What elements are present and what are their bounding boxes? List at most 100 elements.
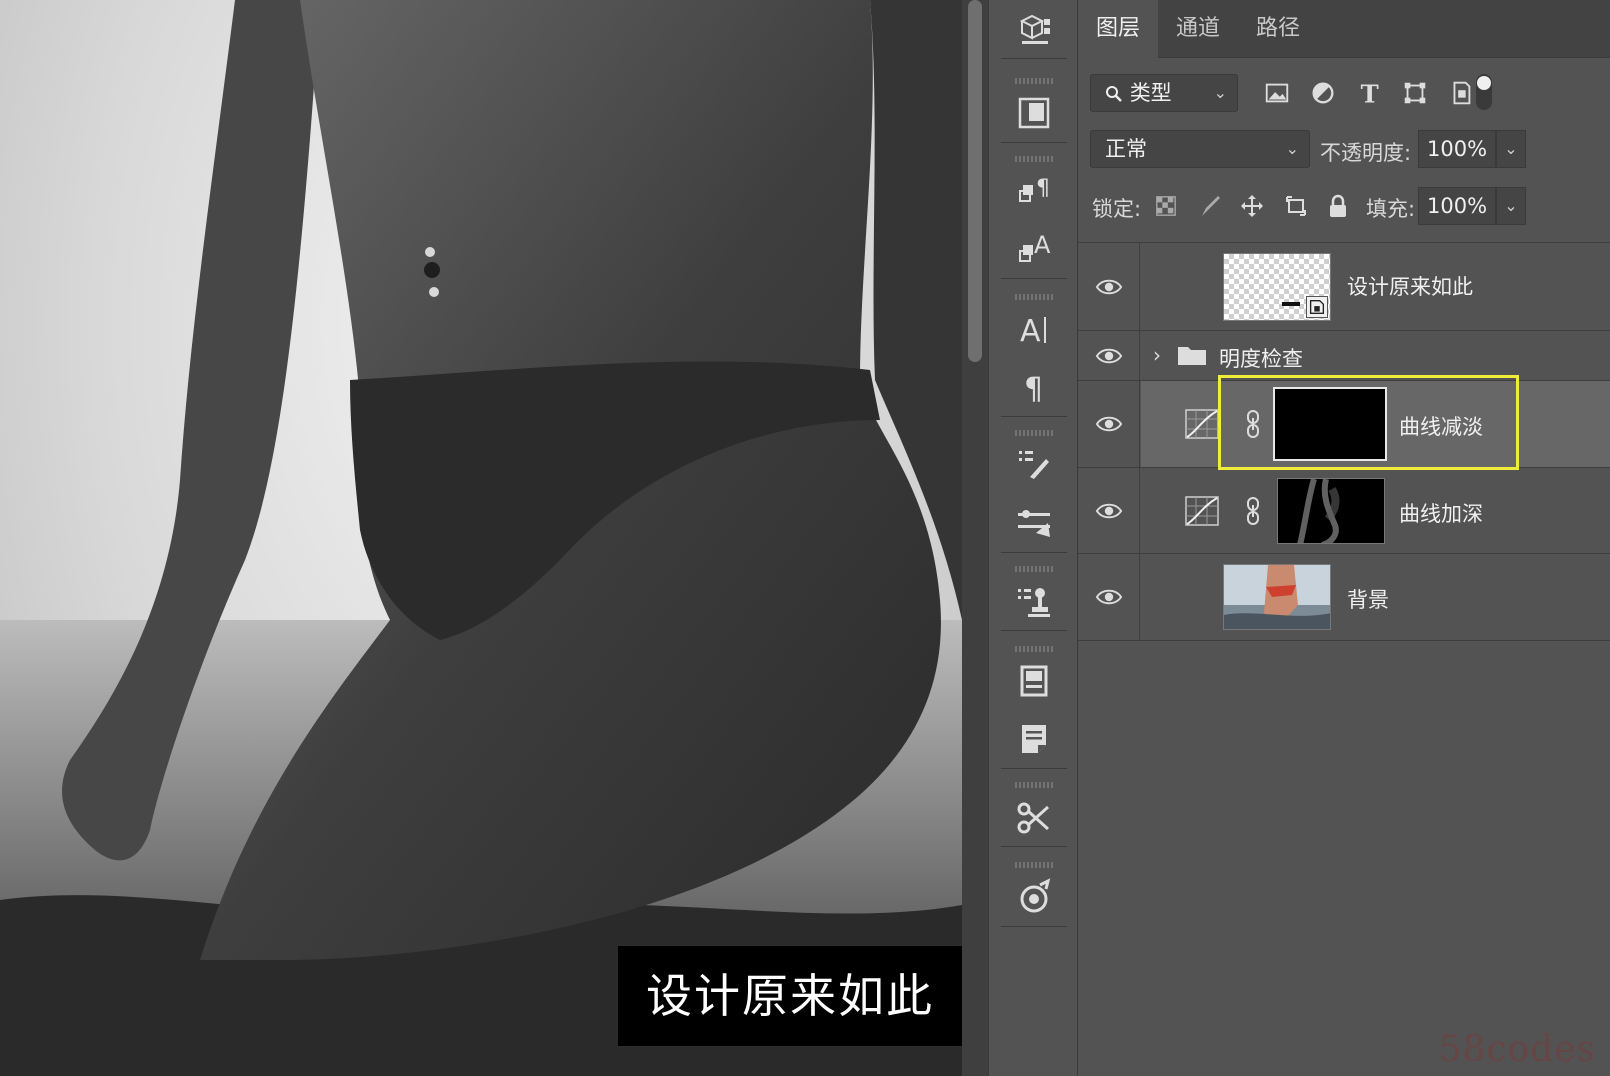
chevron-down-icon: ⌄ — [1285, 139, 1299, 158]
chevron-down-icon: ⌄ — [1213, 83, 1227, 102]
visibility-toggle[interactable] — [1078, 381, 1140, 467]
visibility-toggle[interactable] — [1078, 554, 1140, 640]
search-icon — [1105, 78, 1123, 102]
fill-input[interactable]: 100% — [1418, 187, 1496, 225]
layer-row[interactable]: 设计原来如此 — [1078, 243, 1610, 331]
lock-transparent-pixels-icon[interactable] — [1152, 192, 1180, 220]
clone-stamp-icon — [1018, 588, 1050, 617]
canvas-scrollbar[interactable] — [962, 0, 988, 1076]
type-filter-icon[interactable]: T — [1354, 78, 1384, 108]
character-style-icon: A — [1019, 231, 1051, 262]
eye-icon — [1095, 503, 1122, 518]
tab-channels[interactable]: 通道 — [1158, 0, 1238, 58]
thumbnail-content — [1282, 302, 1300, 306]
layer-row[interactable]: 背景 — [1078, 554, 1610, 641]
opacity-label: 不透明度: — [1320, 141, 1412, 165]
curves-adjustment-icon — [1185, 496, 1219, 530]
layer-thumbnail — [1223, 253, 1331, 321]
tool-group-1 — [1001, 0, 1067, 59]
smart-object-filter-icon[interactable] — [1446, 78, 1476, 108]
paragraph-panel-button[interactable]: ¶ — [1001, 358, 1067, 416]
tool-group-8 — [1001, 776, 1067, 847]
paragraph-styles-button[interactable]: ¶ — [1001, 162, 1067, 220]
chevron-down-icon: ⌄ — [1504, 196, 1518, 215]
artboard-panel-button[interactable] — [1001, 84, 1067, 142]
visibility-toggle[interactable] — [1078, 243, 1140, 330]
tool-group-2 — [1001, 72, 1067, 143]
layer-row[interactable]: 曲线加深 — [1078, 468, 1610, 554]
lock-image-pixels-icon[interactable] — [1196, 192, 1224, 220]
notes-icon — [1022, 725, 1046, 753]
blend-mode-value: 正常 — [1105, 137, 1147, 161]
tab-paths[interactable]: 路径 — [1238, 0, 1318, 58]
fill-dropdown[interactable]: ⌄ — [1496, 187, 1526, 225]
layer-row[interactable]: › 明度检查 — [1078, 331, 1610, 381]
folder-icon — [1177, 344, 1207, 370]
timeline-panel-button[interactable] — [1001, 868, 1067, 926]
filter-toggle[interactable] — [1476, 74, 1492, 110]
shape-filter-icon[interactable] — [1400, 78, 1430, 108]
layer-name: 背景 — [1347, 588, 1389, 612]
tool-presets-button[interactable] — [1001, 788, 1067, 846]
type-a-icon: A — [1020, 314, 1046, 349]
scissors-icon — [1017, 802, 1050, 834]
curves-adjustment-icon — [1185, 409, 1219, 443]
background-photo-thumbnail — [1224, 565, 1330, 629]
character-panel-button[interactable]: A — [1001, 300, 1067, 358]
adjustment-filter-icon[interactable] — [1308, 78, 1338, 108]
document-canvas[interactable]: 设计原来如此 — [0, 0, 962, 1076]
photo-image — [0, 0, 962, 1076]
character-styles-button[interactable]: A — [1001, 220, 1067, 278]
scrollbar-thumb[interactable] — [968, 0, 982, 362]
svg-text:¶: ¶ — [1036, 176, 1050, 201]
eye-icon — [1095, 416, 1122, 432]
eye-icon — [1095, 348, 1122, 363]
notes-panel-button[interactable] — [1001, 710, 1067, 768]
opacity-dropdown[interactable]: ⌄ — [1496, 130, 1526, 168]
blend-mode-select[interactable]: 正常 ⌄ — [1090, 130, 1310, 168]
svg-text:T: T — [1361, 79, 1379, 107]
lock-artboard-icon[interactable] — [1282, 192, 1310, 220]
lock-all-icon[interactable] — [1324, 192, 1352, 220]
paragraph-style-icon: ¶ — [1019, 176, 1050, 202]
eye-icon — [1095, 589, 1122, 605]
properties-icon — [1020, 665, 1048, 697]
svg-text:¶: ¶ — [1024, 372, 1043, 407]
svg-text:A: A — [1034, 231, 1051, 259]
tab-layers[interactable]: 图层 — [1078, 0, 1158, 58]
mask-link-icon[interactable] — [1245, 496, 1261, 530]
chevron-down-icon: ⌄ — [1504, 139, 1518, 158]
layer-name: 设计原来如此 — [1347, 275, 1473, 299]
layer-thumbnail — [1223, 564, 1331, 630]
mask-figure-shape — [1297, 479, 1340, 543]
image-filter-icon[interactable] — [1262, 78, 1292, 108]
visibility-toggle[interactable] — [1078, 468, 1140, 553]
brushes-panel-button[interactable] — [1001, 494, 1067, 552]
3d-panel-button[interactable] — [1001, 0, 1067, 58]
filter-kind-select[interactable]: 类型 ⌄ — [1090, 74, 1238, 112]
brushes-icon — [1018, 510, 1050, 537]
fill-label: 填充: — [1366, 197, 1416, 221]
visibility-toggle[interactable] — [1078, 331, 1140, 380]
layer-name: 曲线加深 — [1399, 502, 1483, 526]
brush-settings-icon — [1019, 451, 1049, 479]
opacity-input[interactable]: 100% — [1418, 130, 1496, 168]
filter-kind-label: 类型 — [1129, 81, 1172, 105]
properties-panel-button[interactable] — [1001, 652, 1067, 710]
smart-object-badge-icon — [1306, 296, 1328, 318]
tool-group-6 — [1001, 560, 1067, 631]
svg-text:A: A — [1020, 314, 1041, 349]
highlight-annotation — [1218, 375, 1519, 470]
watermark-text: 58codes — [1438, 1029, 1596, 1070]
lock-position-icon[interactable] — [1238, 192, 1266, 220]
tool-group-9 — [1001, 856, 1067, 927]
clone-source-button[interactable] — [1001, 572, 1067, 630]
caption-text: 设计原来如此 — [618, 946, 962, 1046]
artboard-icon — [1018, 97, 1050, 129]
chevron-right-icon[interactable]: › — [1153, 343, 1161, 367]
brush-settings-button[interactable] — [1001, 436, 1067, 494]
layer-mask-thumbnail[interactable] — [1277, 478, 1385, 544]
tool-group-4: A ¶ — [1001, 288, 1067, 417]
toggle-knob — [1477, 76, 1491, 90]
lock-label: 锁定: — [1092, 197, 1142, 221]
